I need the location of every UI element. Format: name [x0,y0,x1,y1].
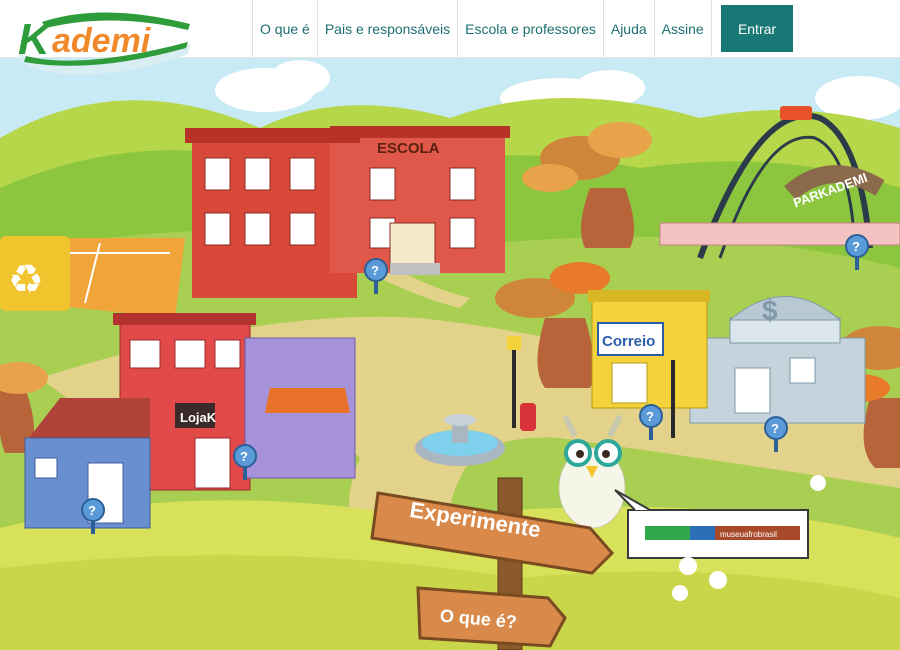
svg-text:?: ? [771,421,779,436]
svg-text:?: ? [240,449,248,464]
partner-logo: museuafrobrasil [720,530,777,539]
school-building[interactable] [185,126,510,298]
nav-link-assine[interactable]: Assine [653,0,712,57]
fire-hydrant [520,403,536,431]
city-scene: ♻ ESCOLA PARKADEMI $ Correio LojaK ? ? ?… [0,58,900,650]
svg-text:?: ? [852,239,860,254]
nav-link-escola-professores[interactable]: Escola e professores [457,0,603,57]
city-illustration: ♻ ESCOLA PARKADEMI $ Correio LojaK ? ? ?… [0,58,900,650]
logo-text: ademi [52,22,152,60]
logo-k: K [18,15,53,64]
kademi-logo[interactable]: K ademi [12,4,202,74]
bank-dollar-sign: $ [762,295,778,326]
store-sign: LojaK [180,410,217,425]
main-nav: O que é Pais e responsáveis Escola e pro… [252,0,712,57]
post-office-sign: Correio [602,333,655,350]
svg-text:?: ? [371,263,379,278]
school-sign: ESCOLA [377,140,440,157]
recycle-icon: ♻ [8,258,44,302]
nav-link-ajuda[interactable]: Ajuda [602,0,654,57]
enter-button[interactable]: Entrar [721,5,793,52]
svg-text:?: ? [88,503,96,518]
nav-link-pais-responsaveis[interactable]: Pais e responsáveis [316,0,457,57]
nav-link-o-que-e[interactable]: O que é [252,0,317,57]
svg-text:?: ? [646,409,654,424]
